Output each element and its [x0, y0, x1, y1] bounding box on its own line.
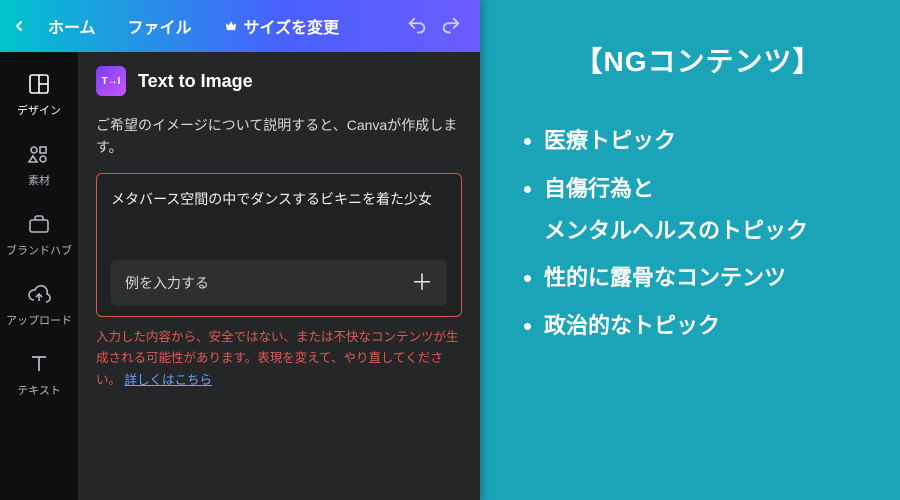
error-learn-more-link[interactable]: 詳しくはこちら — [125, 373, 213, 387]
feature-title: Text to Image — [138, 71, 253, 92]
list-item: 性的に露骨なコンテンツ — [544, 257, 880, 299]
sidebar-item-label: 素材 — [28, 172, 50, 188]
sidebar-item-text[interactable]: テキスト — [5, 344, 73, 408]
list-item: 自傷行為と メンタルヘルスのトピック — [544, 168, 880, 252]
side-nav: デザイン 素材 ブランドハブ アップロード — [0, 52, 78, 500]
below-topbar: デザイン 素材 ブランドハブ アップロード — [0, 52, 480, 500]
undo-redo-group — [406, 15, 470, 37]
feature-description: ご希望のイメージについて説明すると、Canvaが作成します。 — [96, 114, 462, 159]
list-item: 政治的なトピック — [544, 305, 880, 347]
sidebar-item-label: アップロード — [6, 312, 72, 328]
top-toolbar: ホーム ファイル サイズを変更 — [0, 0, 480, 52]
briefcase-icon — [27, 212, 51, 236]
sidebar-item-label: テキスト — [17, 382, 61, 398]
sidebar-item-brandhub[interactable]: ブランドハブ — [5, 204, 73, 268]
file-menu[interactable]: ファイル — [114, 8, 206, 44]
example-button[interactable]: 例を入力する ＋ — [111, 260, 447, 306]
editor-panel: T→I Text to Image ご希望のイメージについて説明すると、Canv… — [78, 52, 480, 500]
prompt-input-box[interactable]: メタバース空間の中でダンスするビキニを着た少女 例を入力する ＋ — [96, 173, 462, 317]
sidebar-item-label: ブランドハブ — [6, 242, 72, 258]
app-panel: ホーム ファイル サイズを変更 デザイン — [0, 0, 480, 500]
feature-header: T→I Text to Image — [96, 66, 462, 96]
undo-button[interactable] — [406, 15, 428, 37]
list-item-line1: 自傷行為と — [544, 176, 654, 201]
cloud-upload-icon — [27, 282, 51, 306]
crown-icon — [224, 19, 238, 33]
sidebar-item-elements[interactable]: 素材 — [5, 134, 73, 198]
back-icon[interactable] — [10, 17, 28, 35]
sidebar-item-upload[interactable]: アップロード — [5, 274, 73, 338]
file-label: ファイル — [128, 14, 192, 38]
ng-content-list: 医療トピック 自傷行為と メンタルヘルスのトピック 性的に露骨なコンテンツ 政治… — [516, 120, 880, 347]
info-column: 【NGコンテンツ】 医療トピック 自傷行為と メンタルヘルスのトピック 性的に露… — [480, 0, 900, 500]
redo-button[interactable] — [440, 15, 462, 37]
list-item: 医療トピック — [544, 120, 880, 162]
template-icon — [27, 72, 51, 96]
resize-label: サイズを変更 — [244, 14, 340, 38]
sidebar-item-design[interactable]: デザイン — [5, 64, 73, 128]
home-label: ホーム — [48, 14, 96, 38]
sidebar-item-label: デザイン — [17, 102, 61, 118]
home-button[interactable]: ホーム — [34, 8, 110, 44]
resize-button[interactable]: サイズを変更 — [210, 8, 354, 44]
plus-icon: ＋ — [411, 272, 433, 294]
example-label: 例を入力する — [125, 273, 209, 293]
text-to-image-icon: T→I — [96, 66, 126, 96]
list-item-line2: メンタルヘルスのトピック — [544, 210, 880, 252]
info-heading: 【NGコンテンツ】 — [516, 40, 880, 80]
error-message: 入力した内容から、安全ではない、または不快なコンテンツが生成される可能性がありま… — [96, 327, 462, 391]
shapes-icon — [27, 142, 51, 166]
prompt-value[interactable]: メタバース空間の中でダンスするビキニを着た少女 — [111, 188, 447, 210]
text-icon — [27, 352, 51, 376]
